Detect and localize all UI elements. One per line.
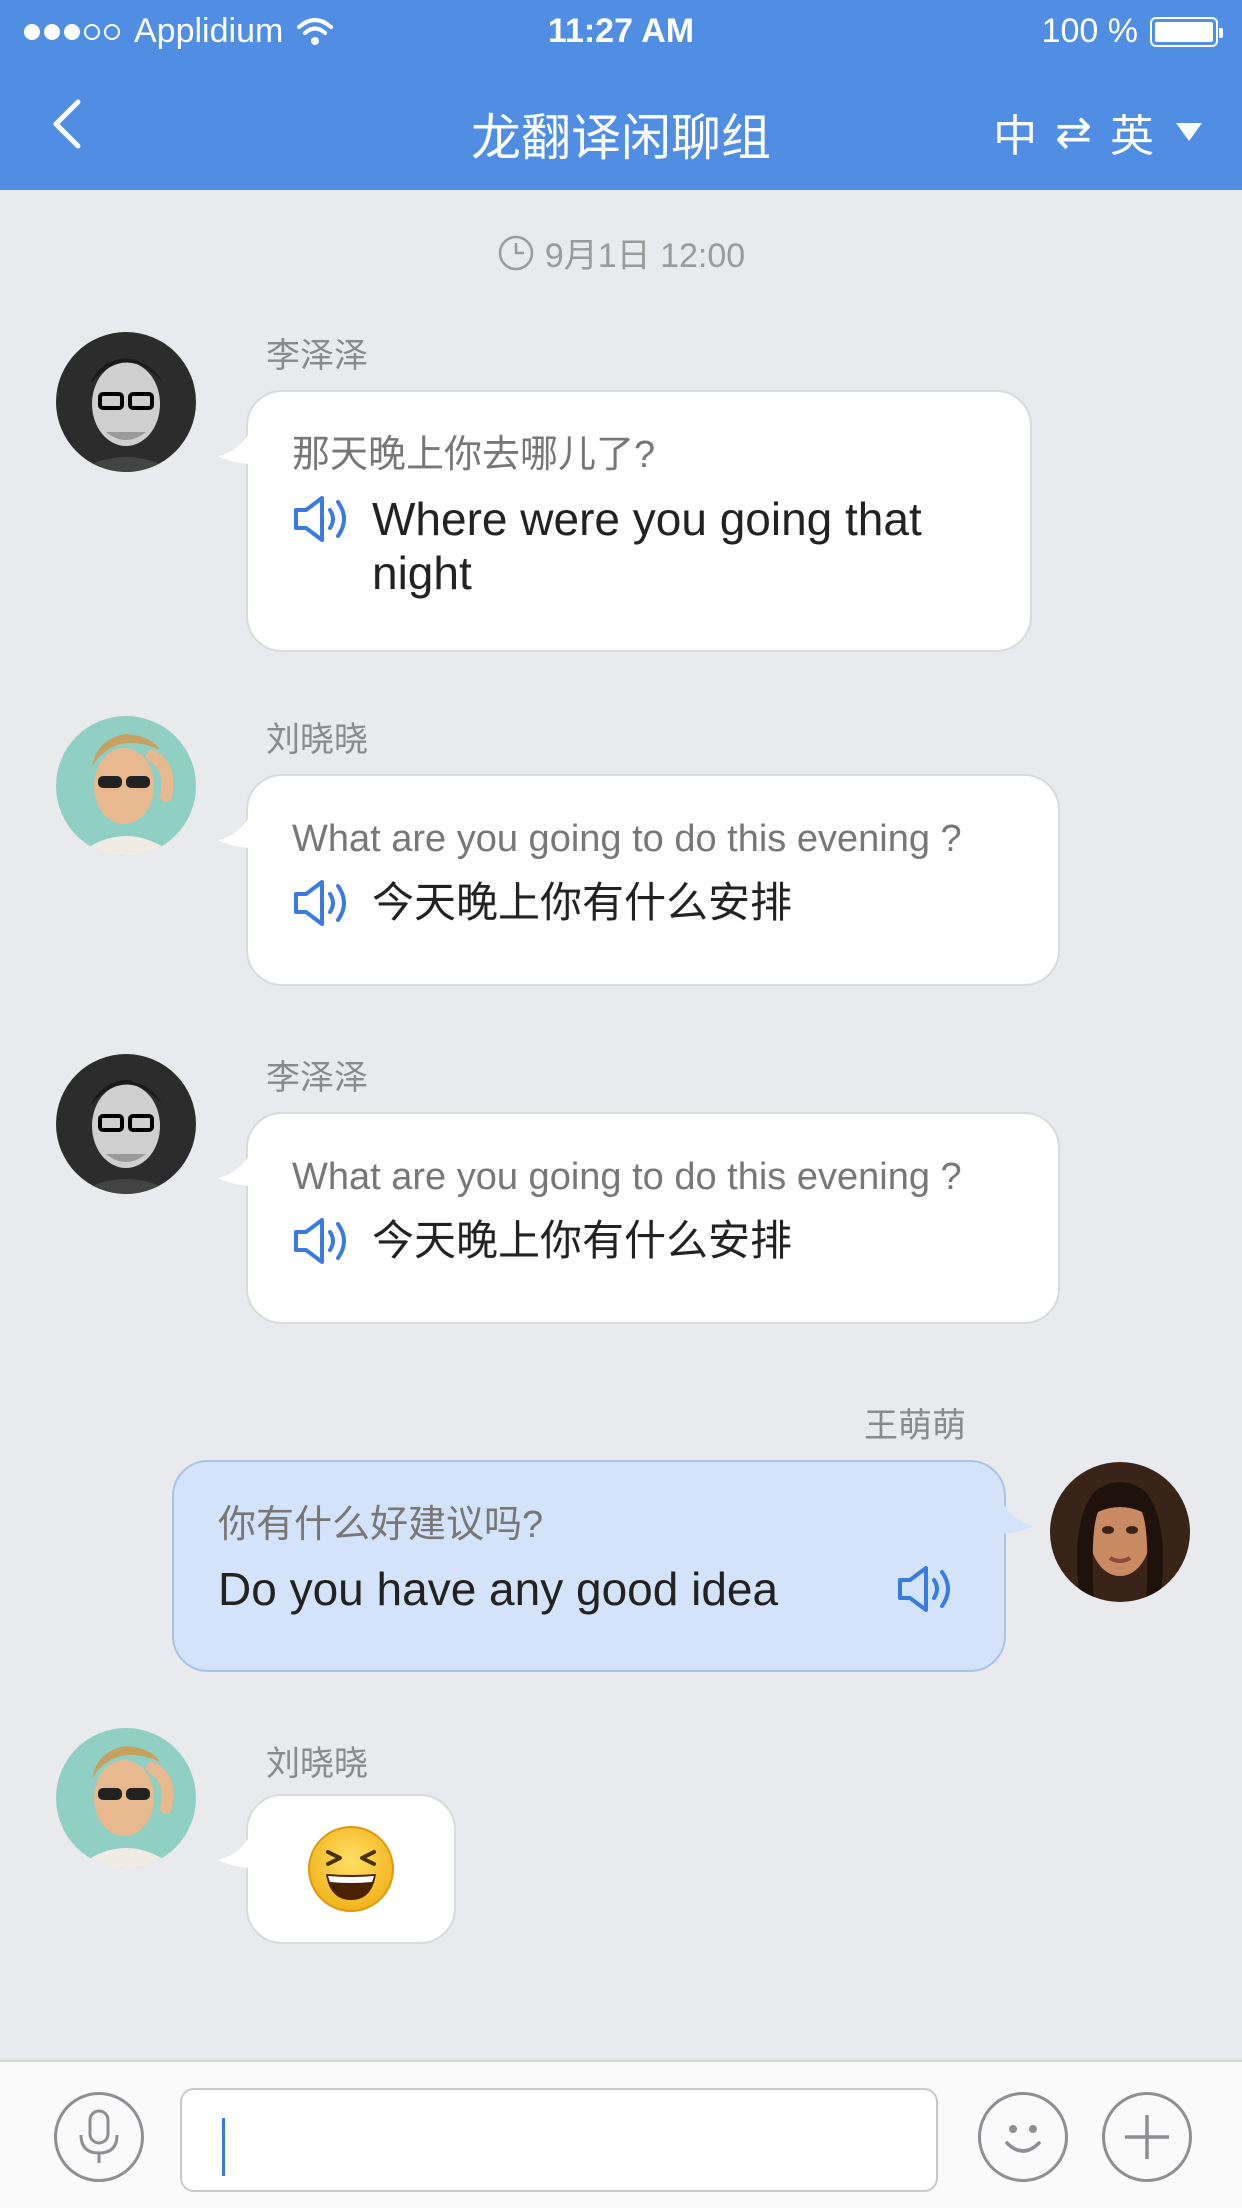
speaker-icon[interactable] bbox=[292, 492, 356, 546]
avatar[interactable] bbox=[56, 1728, 196, 1868]
avatar[interactable] bbox=[56, 716, 196, 856]
message-bubble[interactable]: 那天晚上你去哪儿了? Where were you going that nig… bbox=[218, 390, 1032, 652]
translation-row: 今天晚上你有什么安排 bbox=[292, 1214, 1014, 1268]
translation-text: 今天晚上你有什么安排 bbox=[372, 1217, 793, 1264]
bubble-tail bbox=[218, 1836, 250, 1868]
my-message-bubble[interactable]: 你有什么好建议吗? Do you have any good idea bbox=[172, 1460, 1034, 1672]
input-bar bbox=[0, 2060, 1242, 2208]
speaker-icon[interactable] bbox=[292, 876, 356, 930]
bubble-tail bbox=[1002, 1502, 1034, 1534]
man-glasses-avatar-icon bbox=[56, 332, 196, 472]
message-bubble[interactable]: What are you going to do this evening ? … bbox=[218, 1112, 1060, 1324]
header: Applidium 11:27 AM 100 % 龙翻译闲聊组 中 ⇄ 英 bbox=[0, 0, 1242, 190]
emoji-message-bubble[interactable] bbox=[218, 1794, 456, 1944]
smiley-icon bbox=[1005, 2125, 1041, 2153]
sender-name: 王萌萌 bbox=[864, 1407, 966, 1445]
sender-name: 李泽泽 bbox=[266, 337, 368, 375]
original-text: What are you going to do this evening ? bbox=[292, 1156, 962, 1198]
speaker-icon[interactable] bbox=[292, 1214, 356, 1268]
translation-text: 今天晚上你有什么安排 bbox=[372, 879, 793, 926]
man-sunglasses-avatar-icon bbox=[56, 716, 196, 856]
laughing-face-icon bbox=[308, 1826, 394, 1912]
original-text: 那天晚上你去哪儿了? bbox=[292, 434, 656, 476]
battery-icon bbox=[1150, 16, 1223, 47]
text-caret bbox=[222, 2118, 225, 2176]
woman-avatar-icon bbox=[1050, 1462, 1190, 1602]
original-text: What are you going to do this evening ? bbox=[292, 818, 962, 860]
original-text: 你有什么好建议吗? bbox=[218, 1504, 544, 1546]
translation-row: 今天晚上你有什么安排 bbox=[292, 876, 1014, 930]
nav-bar: 龙翻译闲聊组 中 ⇄ 英 bbox=[0, 60, 1242, 190]
lang-from: 中 bbox=[993, 112, 1038, 161]
avatar[interactable] bbox=[56, 332, 196, 472]
sender-name: 刘晓晓 bbox=[266, 721, 368, 759]
avatar[interactable] bbox=[1050, 1462, 1190, 1602]
avatar[interactable] bbox=[56, 1054, 196, 1194]
lang-to: 英 bbox=[1110, 112, 1154, 161]
voice-button[interactable] bbox=[54, 2092, 144, 2182]
status-right: 100 % bbox=[1041, 12, 1223, 51]
message-input[interactable] bbox=[180, 2088, 938, 2192]
more-button[interactable] bbox=[1102, 2092, 1192, 2182]
speaker-icon[interactable] bbox=[896, 1562, 960, 1616]
sender-name: 李泽泽 bbox=[266, 1059, 368, 1097]
bubble-tail bbox=[218, 816, 250, 848]
status-bar: Applidium 11:27 AM 100 % bbox=[0, 0, 1242, 60]
translation-text: Where were you going that night bbox=[372, 493, 922, 599]
bubble-tail bbox=[218, 432, 250, 464]
emoji-button[interactable] bbox=[978, 2092, 1068, 2182]
microphone-icon bbox=[79, 2109, 119, 2163]
dropdown-arrow-icon bbox=[1176, 123, 1202, 141]
translation-row: Do you have any good idea bbox=[218, 1562, 960, 1616]
language-switch[interactable]: 中 ⇄ 英 bbox=[993, 100, 1202, 164]
battery-percent: 100 % bbox=[1041, 12, 1138, 50]
timestamp-text: 9月1日 12:00 bbox=[544, 237, 746, 275]
translation-text: Do you have any good idea bbox=[218, 1563, 779, 1615]
man-sunglasses-avatar-icon bbox=[56, 1728, 196, 1868]
chat-timestamp: 9月1日 12:00 bbox=[0, 228, 1242, 277]
sender-name: 刘晓晓 bbox=[266, 1745, 368, 1783]
bubble-tail bbox=[218, 1154, 250, 1186]
swap-icon: ⇄ bbox=[1055, 107, 1092, 157]
message-bubble[interactable]: What are you going to do this evening ? … bbox=[218, 774, 1060, 986]
translation-row: Where were you going that night bbox=[292, 492, 986, 600]
plus-icon bbox=[1125, 2115, 1169, 2159]
man-glasses-avatar-icon bbox=[56, 1054, 196, 1194]
clock-icon bbox=[498, 235, 534, 270]
